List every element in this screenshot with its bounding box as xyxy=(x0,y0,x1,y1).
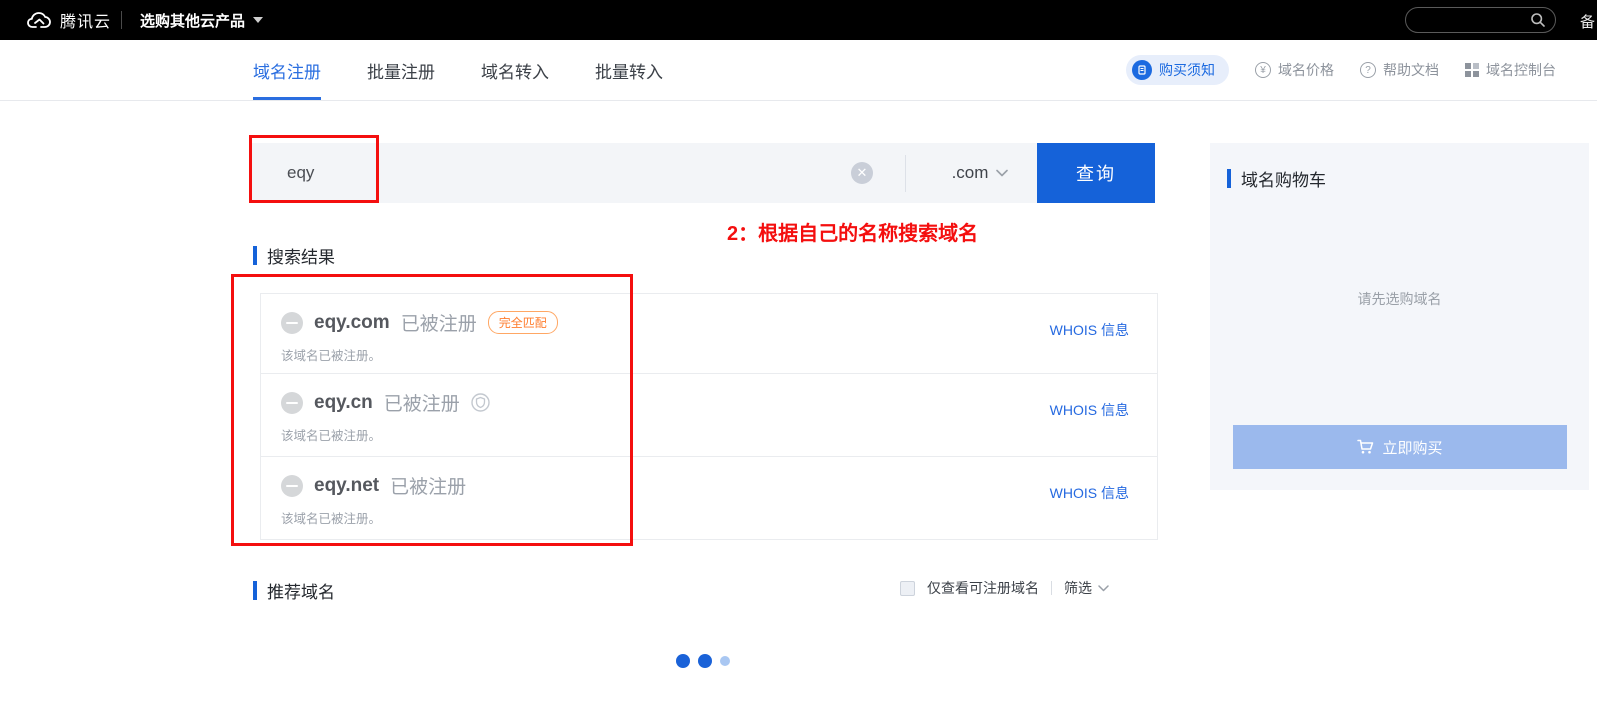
tabbar: 域名注册 批量注册 域名转入 批量转入 购买须知 ¥ 域名价格 ? 帮助文档 域… xyxy=(0,40,1597,101)
tab-bulk-register[interactable]: 批量注册 xyxy=(367,40,435,100)
domain-cart-panel: 域名购物车 请先选购域名 立即购买 xyxy=(1210,143,1589,490)
domain-tabs: 域名注册 批量注册 域名转入 批量转入 xyxy=(253,40,663,100)
domain-status: 已被注册 xyxy=(401,309,477,336)
tab-domain-register[interactable]: 域名注册 xyxy=(253,40,321,100)
whois-link[interactable]: WHOIS 信息 xyxy=(1050,320,1129,340)
topbar-divider xyxy=(121,11,122,29)
header-links: 购买须知 ¥ 域名价格 ? 帮助文档 域名控制台 xyxy=(1126,40,1556,100)
tab-label: 批量转入 xyxy=(595,58,663,83)
recommend-heading: 推荐域名 xyxy=(253,578,335,603)
tab-label: 域名注册 xyxy=(253,58,321,83)
chevron-down-icon xyxy=(1098,585,1109,592)
result-row-eqy-net: eqy.net 已被注册 该域名已被注册。 WHOIS 信息 xyxy=(261,456,1157,539)
minus-circle-icon xyxy=(281,475,303,497)
tld-dropdown[interactable]: .com xyxy=(925,143,1035,203)
search-results-heading-text: 搜索结果 xyxy=(267,243,335,268)
domain-name: eqy.com xyxy=(314,312,390,334)
domain-price-link[interactable]: ¥ 域名价格 xyxy=(1255,60,1334,80)
filter-dropdown[interactable]: 筛选 xyxy=(1064,578,1109,598)
recommend-heading-text: 推荐域名 xyxy=(267,578,335,603)
question-circle-icon: ? xyxy=(1360,62,1376,78)
registrable-only-label: 仅查看可注册域名 xyxy=(927,578,1039,598)
shield-info-icon xyxy=(471,393,490,412)
annotation-step-text: 2：根据自己的名称搜索域名 xyxy=(727,217,978,246)
tab-label: 批量注册 xyxy=(367,58,435,83)
result-note: 该域名已被注册。 xyxy=(281,425,1157,444)
buy-now-label: 立即购买 xyxy=(1382,437,1442,458)
heading-accent-bar xyxy=(1227,169,1231,188)
tab-bulk-transfer[interactable]: 批量转入 xyxy=(595,40,663,100)
tab-label: 域名转入 xyxy=(481,58,549,83)
search-results-table: eqy.com 已被注册 完全匹配 该域名已被注册。 WHOIS 信息 eqy.… xyxy=(260,293,1158,540)
chevron-down-icon xyxy=(996,169,1008,177)
search-icon xyxy=(1530,12,1546,28)
help-docs-label: 帮助文档 xyxy=(1383,60,1439,80)
recommend-controls: 仅查看可注册域名 筛选 xyxy=(900,578,1109,598)
domain-name: eqy.net xyxy=(314,475,379,497)
carousel-dots xyxy=(676,654,730,668)
topbar: 腾讯云 选购其他云产品 备 xyxy=(0,0,1597,40)
carousel-dot-1[interactable] xyxy=(676,654,690,668)
topbar-search-input[interactable] xyxy=(1405,7,1556,33)
cloud-logo-icon xyxy=(26,10,52,30)
whois-link[interactable]: WHOIS 信息 xyxy=(1050,400,1129,420)
domain-console-link[interactable]: 域名控制台 xyxy=(1465,60,1556,80)
minus-circle-icon xyxy=(281,392,303,414)
search-results-heading: 搜索结果 xyxy=(253,243,335,268)
domain-console-label: 域名控制台 xyxy=(1486,60,1556,80)
filter-label: 筛选 xyxy=(1064,578,1092,598)
registrable-only-checkbox[interactable] xyxy=(900,581,915,596)
controls-divider xyxy=(1051,581,1052,595)
domain-search-input[interactable] xyxy=(249,143,849,203)
cart-icon xyxy=(1357,439,1374,455)
other-products-menu[interactable]: 选购其他云产品 xyxy=(140,0,263,40)
result-note: 该域名已被注册。 xyxy=(281,345,1157,364)
cart-heading: 域名购物车 xyxy=(1227,166,1326,191)
result-title: eqy.net 已被注册 xyxy=(281,472,1157,499)
domain-price-label: 域名价格 xyxy=(1278,60,1334,80)
carousel-dot-2[interactable] xyxy=(698,654,712,668)
yuan-circle-icon: ¥ xyxy=(1255,62,1271,78)
brand-name: 腾讯云 xyxy=(60,8,111,32)
domain-status: 已被注册 xyxy=(390,472,466,499)
console-grid-icon xyxy=(1465,63,1479,77)
heading-accent-bar xyxy=(253,246,257,265)
cart-heading-text: 域名购物车 xyxy=(1241,166,1326,191)
tld-selected-value: .com xyxy=(952,163,989,183)
tencent-cloud-logo[interactable]: 腾讯云 xyxy=(26,0,111,40)
tab-domain-transfer[interactable]: 域名转入 xyxy=(481,40,549,100)
purchase-notice-label: 购买须知 xyxy=(1159,60,1215,80)
help-docs-link[interactable]: ? 帮助文档 xyxy=(1360,60,1439,80)
result-note: 该域名已被注册。 xyxy=(281,508,1157,527)
document-badge-icon xyxy=(1132,60,1152,80)
carousel-dot-3[interactable] xyxy=(720,656,730,666)
heading-accent-bar xyxy=(253,581,257,600)
result-row-eqy-com: eqy.com 已被注册 完全匹配 该域名已被注册。 WHOIS 信息 xyxy=(261,294,1157,373)
purchase-notice-link[interactable]: 购买须知 xyxy=(1126,55,1229,85)
other-products-label: 选购其他云产品 xyxy=(140,10,245,31)
result-title: eqy.cn 已被注册 xyxy=(281,389,1157,416)
exact-match-badge: 完全匹配 xyxy=(488,311,558,334)
result-title: eqy.com 已被注册 完全匹配 xyxy=(281,309,1157,336)
topbar-partial-text[interactable]: 备 xyxy=(1580,11,1595,32)
buy-now-button[interactable]: 立即购买 xyxy=(1233,425,1567,469)
domain-search-bar: ✕ .com xyxy=(249,143,1037,203)
clear-input-icon[interactable]: ✕ xyxy=(851,162,873,184)
result-row-eqy-cn: eqy.cn 已被注册 该域名已被注册。 WHOIS 信息 xyxy=(261,373,1157,456)
domain-name: eqy.cn xyxy=(314,392,373,414)
query-button[interactable]: 查询 xyxy=(1037,143,1155,203)
chevron-down-icon xyxy=(253,17,263,23)
cart-empty-text: 请先选购域名 xyxy=(1210,289,1589,309)
domain-status: 已被注册 xyxy=(384,389,460,416)
whois-link[interactable]: WHOIS 信息 xyxy=(1050,483,1129,503)
tld-divider xyxy=(905,155,906,192)
minus-circle-icon xyxy=(281,312,303,334)
